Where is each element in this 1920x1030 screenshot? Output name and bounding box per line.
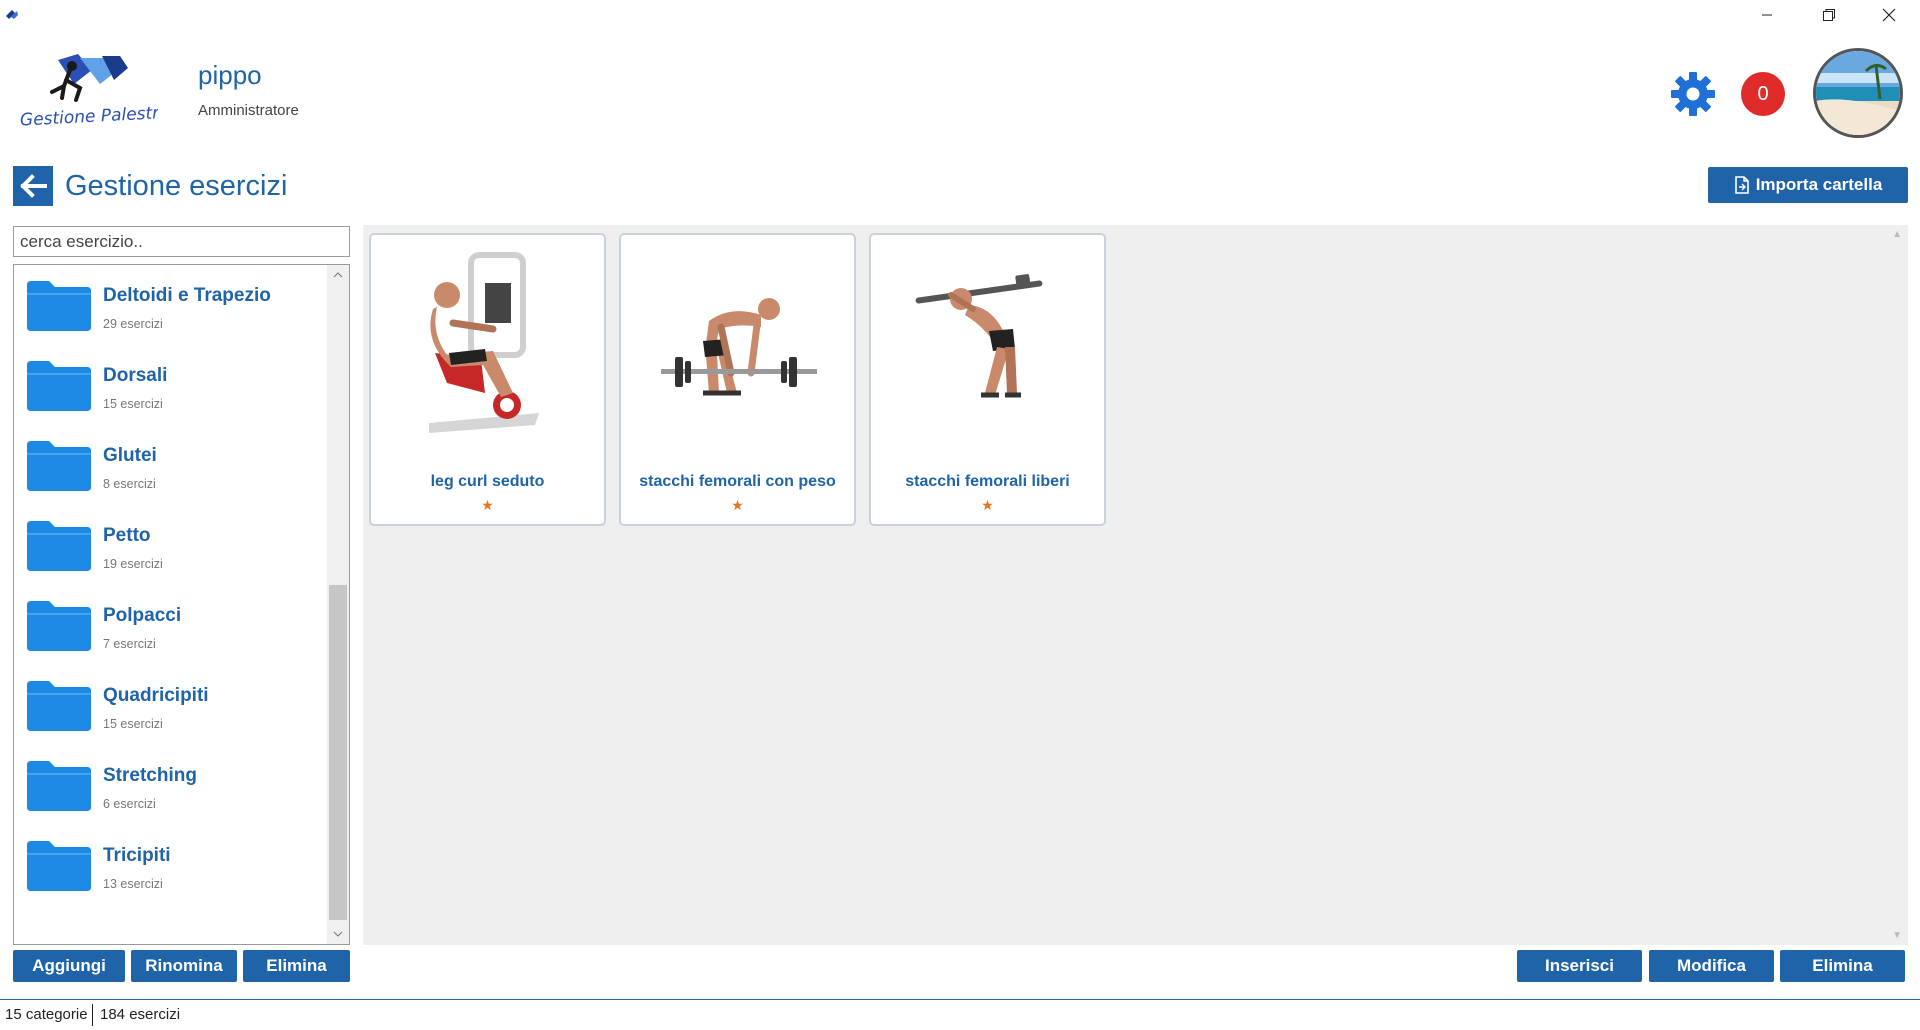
edit-exercise-button[interactable]: Modifica bbox=[1649, 950, 1774, 982]
category-name: Quadricipiti bbox=[103, 685, 209, 706]
gear-icon[interactable] bbox=[1669, 70, 1717, 118]
category-count: 7 esercizi bbox=[103, 637, 156, 651]
search-input[interactable] bbox=[13, 226, 350, 257]
exercise-name: leg curl seduto bbox=[430, 473, 545, 490]
minimize-button[interactable] bbox=[1744, 0, 1790, 30]
back-button[interactable] bbox=[13, 166, 53, 206]
close-button[interactable] bbox=[1866, 0, 1912, 30]
rename-category-button[interactable]: Rinomina bbox=[131, 950, 237, 982]
exercise-card-leg-curl-seduto[interactable]: leg curl seduto ★ bbox=[369, 233, 606, 526]
category-count: 13 esercizi bbox=[103, 877, 163, 891]
folder-icon bbox=[27, 761, 91, 811]
category-item-polpacci[interactable]: Polpacci 7 esercizi bbox=[14, 585, 324, 665]
category-list: Deltoidi e Trapezio 29 esercizi Dorsali … bbox=[13, 264, 350, 945]
folder-icon bbox=[27, 361, 91, 411]
folder-icon bbox=[27, 841, 91, 891]
star-icon: ★ bbox=[731, 497, 744, 513]
exercise-card-stacchi-femorali-con-peso[interactable]: stacchi femorali con peso ★ bbox=[619, 233, 856, 526]
category-count: 19 esercizi bbox=[103, 557, 163, 571]
status-categories: 15 categorie bbox=[5, 1006, 88, 1023]
chevron-up-icon bbox=[333, 272, 343, 278]
folder-icon bbox=[27, 441, 91, 491]
good-morning-bar-image bbox=[915, 274, 1043, 398]
category-item-petto[interactable]: Petto 19 esercizi bbox=[14, 505, 324, 585]
chevron-down-icon bbox=[333, 931, 343, 937]
scroll-down-button[interactable] bbox=[327, 924, 349, 944]
folder-icon bbox=[27, 281, 91, 331]
delete-exercise-button[interactable]: Elimina bbox=[1780, 950, 1905, 982]
exercise-card-stacchi-femorali-liberi[interactable]: stacchi femorali liberi ★ bbox=[869, 233, 1106, 526]
category-name: Petto bbox=[103, 525, 151, 546]
category-item-dorsali[interactable]: Dorsali 15 esercizi bbox=[14, 345, 324, 425]
category-count: 8 esercizi bbox=[103, 477, 156, 491]
category-name: Stretching bbox=[103, 765, 197, 786]
star-icon: ★ bbox=[481, 497, 494, 513]
chevron-up-icon[interactable]: ▲ bbox=[1892, 229, 1902, 240]
category-name: Deltoidi e Trapezio bbox=[103, 285, 271, 306]
app-window: Gestione Palestra pippo Amministratore 0 bbox=[0, 0, 1920, 1030]
arrow-left-icon bbox=[20, 174, 47, 198]
avatar[interactable] bbox=[1813, 48, 1903, 138]
import-folder-label: Importa cartella bbox=[1755, 175, 1883, 194]
category-item-glutei[interactable]: Glutei 8 esercizi bbox=[14, 425, 324, 505]
file-import-icon bbox=[1734, 176, 1749, 194]
category-name: Glutei bbox=[103, 445, 157, 466]
folder-icon bbox=[27, 681, 91, 731]
category-count: 15 esercizi bbox=[103, 717, 163, 731]
close-icon bbox=[1882, 8, 1896, 22]
category-count: 15 esercizi bbox=[103, 397, 163, 411]
stiff-leg-deadlift-barbell-image bbox=[661, 298, 817, 396]
minimize-icon bbox=[1762, 14, 1772, 16]
user-role: Amministratore bbox=[198, 102, 299, 119]
category-item-quadricipiti[interactable]: Quadricipiti 15 esercizi bbox=[14, 665, 324, 745]
category-count: 29 esercizi bbox=[103, 317, 163, 331]
import-folder-button[interactable]: Importa cartella bbox=[1708, 167, 1908, 203]
category-name: Dorsali bbox=[103, 365, 168, 386]
status-exercises: 184 esercizi bbox=[100, 1006, 181, 1023]
exercise-panel: ▲ leg curl seduto ★ stacchi femorali con… bbox=[363, 225, 1908, 945]
category-name: Polpacci bbox=[103, 605, 182, 626]
exercise-name: stacchi femorali liberi bbox=[905, 473, 1070, 490]
category-item-tricipiti[interactable]: Tricipiti 13 esercizi bbox=[14, 825, 324, 905]
user-name: pippo bbox=[198, 60, 262, 90]
status-separator bbox=[92, 1004, 93, 1026]
add-category-button[interactable]: Aggiungi bbox=[13, 950, 125, 982]
gestione-palestra-logo: Gestione Palestra bbox=[20, 54, 158, 130]
category-item-deltoidi-e-trapezio[interactable]: Deltoidi e Trapezio 29 esercizi bbox=[14, 265, 324, 345]
exercise-name: stacchi femorali con peso bbox=[639, 473, 836, 490]
status-bar-divider bbox=[0, 999, 1920, 1000]
page-title: Gestione esercizi bbox=[65, 170, 288, 202]
star-icon: ★ bbox=[981, 497, 994, 513]
folder-icon bbox=[27, 601, 91, 651]
notification-badge[interactable]: 0 bbox=[1741, 72, 1785, 116]
folder-icon bbox=[27, 521, 91, 571]
avatar-beach-image bbox=[1816, 51, 1900, 135]
delete-category-button[interactable]: Elimina bbox=[243, 950, 350, 982]
category-scrollbar[interactable] bbox=[327, 265, 349, 944]
category-count: 6 esercizi bbox=[103, 797, 156, 811]
restore-icon bbox=[1823, 9, 1835, 21]
scroll-up-button[interactable] bbox=[327, 265, 349, 285]
app-icon bbox=[6, 10, 18, 19]
restore-button[interactable] bbox=[1806, 0, 1852, 30]
category-item-stretching[interactable]: Stretching 6 esercizi bbox=[14, 745, 324, 825]
leg-curl-machine-image bbox=[429, 252, 539, 433]
chevron-down-icon[interactable]: ▼ bbox=[1892, 930, 1902, 941]
category-name: Tricipiti bbox=[103, 845, 171, 866]
insert-exercise-button[interactable]: Inserisci bbox=[1517, 950, 1642, 982]
scrollbar-thumb[interactable] bbox=[329, 585, 347, 920]
svg-text:Gestione Palestra: Gestione Palestra bbox=[20, 103, 158, 130]
